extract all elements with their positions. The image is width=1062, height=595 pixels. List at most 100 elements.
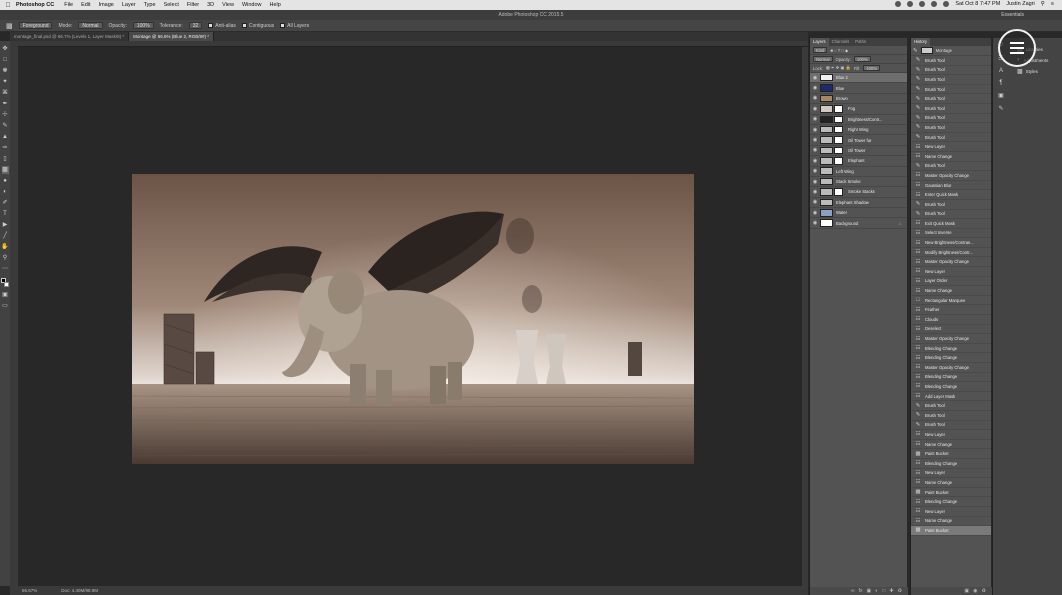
history-state[interactable]: ✎ Brush Tool (911, 162, 991, 172)
menu-layer[interactable]: Layer (122, 2, 136, 8)
lock-icons[interactable]: ▩ ✒ ✥ ▣ 🔒 (826, 65, 851, 71)
visibility-eye-icon[interactable]: ◉ (810, 179, 820, 185)
status-icon[interactable] (895, 1, 902, 7)
list-icon[interactable]: ≡ (1051, 1, 1054, 7)
layer-row[interactable]: ◉ Oil Tower far (810, 135, 907, 146)
history-state[interactable]: ☷ Name Change (911, 152, 991, 162)
history-state[interactable]: ✎ Brush Tool (911, 85, 991, 95)
history-state[interactable]: ☷ New Layer (911, 430, 991, 440)
visibility-eye-icon[interactable]: ◉ (810, 158, 820, 164)
layer-opacity-input[interactable]: 100% (853, 56, 871, 62)
history-state[interactable]: ☷ Master Opacity Change (911, 334, 991, 344)
menu-overlay-icon[interactable] (998, 29, 1036, 67)
color-swatches[interactable] (1, 278, 9, 288)
layer-row[interactable]: ◉ Brown (810, 94, 907, 105)
history-state[interactable]: ☷ New Layer (911, 142, 991, 152)
history-brush-tool-icon[interactable]: ✑ (2, 144, 9, 152)
layer-row[interactable]: ◉ Left Wing (810, 167, 907, 177)
menu-file[interactable]: File (64, 2, 73, 8)
layer-mask-thumbnail[interactable] (834, 115, 843, 123)
history-state[interactable]: ☷ Name Change (911, 286, 991, 296)
history-state[interactable]: ☷ Clouds (911, 315, 991, 325)
layer-row[interactable]: ◉ Oil Tower (810, 146, 907, 157)
visibility-eye-icon[interactable]: ◉ (810, 147, 820, 153)
tab-layers[interactable]: Layers (810, 38, 829, 46)
layer-fill-input[interactable]: 100% (863, 65, 881, 71)
tab-history[interactable]: History (911, 38, 931, 46)
history-state[interactable]: ▩ Paint Bucket (911, 449, 991, 459)
history-state[interactable]: ☷ Add Layer Mask (911, 392, 991, 402)
adjustment-layer-icon[interactable]: ◐ (875, 588, 878, 594)
swatches-icon[interactable]: ▣ (998, 92, 1004, 99)
history-state[interactable]: ☷ Blending Change (911, 382, 991, 392)
layer-row[interactable]: ◉ Elephant Shadow (810, 198, 907, 209)
zoom-tool-icon[interactable]: ⚲ (2, 254, 9, 262)
quick-mask-icon[interactable]: ▣ (2, 292, 9, 300)
quick-select-tool-icon[interactable]: ✦ (2, 78, 9, 86)
history-state[interactable]: ✎ Brush Tool (911, 104, 991, 114)
paint-bucket-tool-icon[interactable]: ▩ (1, 166, 9, 174)
history-state[interactable]: ☷ Select Inverse (911, 229, 991, 239)
layer-thumbnail[interactable] (820, 167, 833, 175)
history-state[interactable]: ✎ Brush Tool (911, 123, 991, 133)
history-state[interactable]: ✎ Brush Tool (911, 411, 991, 421)
hand-tool-icon[interactable]: ✋ (1, 243, 8, 251)
layer-thumbnail[interactable] (820, 209, 833, 217)
doc-size[interactable]: Doc: 4.40M/98.9M (61, 586, 98, 595)
visibility-eye-icon[interactable]: ◉ (810, 189, 820, 195)
workspace-switcher[interactable]: Essentials (1001, 10, 1024, 20)
menu-edit[interactable]: Edit (81, 2, 90, 8)
history-state[interactable]: ☷ Name Change (911, 517, 991, 527)
menu-select[interactable]: Select (164, 2, 179, 8)
add-mask-icon[interactable]: ▣ (867, 588, 872, 594)
lasso-tool-icon[interactable]: ✾ (2, 67, 9, 75)
history-state[interactable]: ☷ New Brightness/Contras... (911, 238, 991, 248)
history-state[interactable]: ☷ New Layer (911, 507, 991, 517)
type-tool-icon[interactable]: T (2, 210, 9, 218)
app-menu[interactable]: Photoshop CC (16, 2, 54, 8)
link-layers-icon[interactable]: ∞ (851, 588, 855, 594)
history-state[interactable]: ✎ Brush Tool (911, 421, 991, 431)
eyedropper-tool-icon[interactable]: ✒ (2, 100, 9, 108)
filter-icons[interactable]: ■ ○ T □ ◆ (830, 48, 848, 53)
volume-icon[interactable] (931, 1, 938, 7)
history-state[interactable]: ✎ Brush Tool (911, 401, 991, 411)
healing-brush-tool-icon[interactable]: ☩ (2, 111, 9, 119)
status-icon[interactable] (907, 1, 914, 7)
visibility-eye-icon[interactable]: ◉ (810, 95, 820, 101)
visibility-eye-icon[interactable]: ◉ (810, 75, 820, 81)
move-tool-icon[interactable]: ✥ (2, 45, 9, 53)
battery-icon[interactable] (943, 1, 950, 7)
layer-mask-thumbnail[interactable] (834, 188, 843, 196)
history-state[interactable]: ☷ New Layer (911, 469, 991, 479)
brush-presets-icon[interactable]: ✎ (998, 105, 1003, 112)
screen-mode-icon[interactable]: ▭ (2, 303, 9, 311)
layer-thumbnail[interactable] (820, 146, 833, 155)
document-image[interactable] (132, 174, 694, 464)
layer-row[interactable]: ◉ Blue 2 (810, 73, 907, 84)
doc-tab[interactable]: montage_final.psd @ 66.7% (Levels 1, Lay… (10, 32, 130, 41)
history-state[interactable]: ☷ New Layer (911, 267, 991, 277)
crop-tool-icon[interactable]: ⌘ (2, 89, 9, 97)
visibility-eye-icon[interactable]: ◉ (810, 210, 820, 216)
paint-bucket-tool-icon[interactable]: ▩ (6, 22, 13, 30)
layer-thumbnail[interactable] (820, 136, 833, 144)
blend-mode-select[interactable]: Normal (813, 56, 833, 62)
history-state[interactable]: ☷ Blending Change (911, 353, 991, 363)
history-state[interactable]: ☷ Blending Change (911, 459, 991, 469)
visibility-eye-icon[interactable]: ◉ (810, 168, 820, 174)
zoom-level[interactable]: 66.67% (22, 586, 37, 595)
layer-row[interactable]: ◉ Smoke Stacks (810, 187, 907, 198)
history-state[interactable]: ✎ Brush Tool (911, 66, 991, 76)
history-state[interactable]: ☷ Exit Quick Mask (911, 219, 991, 229)
layer-thumbnail[interactable] (820, 105, 833, 113)
line-tool-icon[interactable]: ╱ (2, 232, 9, 240)
marquee-tool-icon[interactable]: □ (2, 56, 9, 64)
blur-tool-icon[interactable]: ● (2, 177, 9, 185)
character-icon[interactable]: A (999, 68, 1003, 74)
layer-row[interactable]: ◉ Right Wing (810, 125, 907, 136)
layer-mask-thumbnail[interactable] (834, 105, 843, 113)
vertical-scrollbar[interactable] (802, 47, 808, 586)
history-state[interactable]: ☷ Gaussian Blur (911, 181, 991, 191)
clone-stamp-tool-icon[interactable]: ▲ (2, 133, 9, 141)
